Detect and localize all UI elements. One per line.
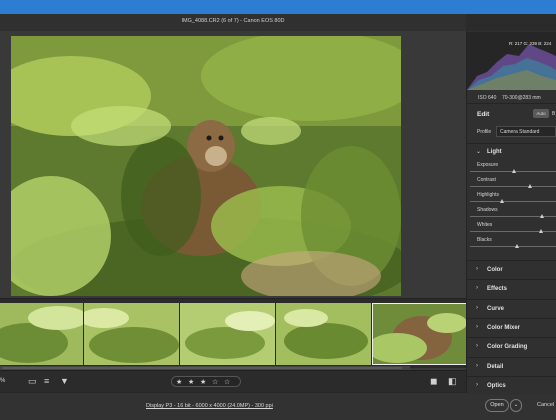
status-bar: Display P3 - 16 bit - 6000 x 4000 (24.0M… [0,392,556,420]
filmstrip-thumbnail[interactable] [84,303,179,365]
section-effects[interactable]: › Effects [467,279,556,299]
slider-handle[interactable] [527,184,532,188]
rating-star[interactable]: ★ [176,378,182,386]
slider-highlights[interactable]: Highlights [470,192,556,206]
histogram[interactable]: R: 217 G: 239 B: 224 [467,32,556,90]
filmstrip-scroll-thumb[interactable] [2,367,402,369]
bw-button[interactable]: B [552,111,555,117]
slider-handle[interactable] [512,169,517,173]
sort-icon[interactable]: ≡ [44,376,49,386]
edit-header: Edit Auto B [467,103,556,123]
rating-star[interactable]: ☆ [212,378,218,386]
light-section-label: Light [487,149,502,155]
fit-view-icon[interactable]: ◼ [430,376,437,387]
slider-label: Blacks [477,237,492,243]
before-after-icon[interactable]: ◧ [448,376,457,387]
open-button[interactable]: Open [485,399,509,412]
slider-track[interactable] [470,186,556,187]
section-label: Detail [487,363,504,370]
slider-blacks[interactable]: Blacks [470,237,556,251]
slider-label: Shadows [477,207,498,213]
slider-label: Whites [477,222,493,228]
filmstrip [0,298,467,368]
section-label: Optics [487,382,506,389]
filter-icon[interactable]: ▼ [60,376,69,386]
slider-handle[interactable] [538,229,543,233]
bottom-toolbar: % ▭ ≡ ▼ ★ ★ ★ ☆ ☆ ◼ ◧ [0,370,466,392]
cancel-button[interactable]: Cancel [537,402,554,408]
histogram-readout: R: 217 G: 239 B: 224 [509,41,552,46]
edit-title: Edit [477,111,490,118]
slider-handle[interactable] [539,214,544,218]
slider-track[interactable] [470,246,556,247]
slider-handle[interactable] [514,244,519,248]
profile-dropdown[interactable]: Camera Standard [496,126,556,137]
chevron-right-icon: › [476,381,478,388]
slider-track[interactable] [470,231,556,232]
open-options-chevron-icon[interactable]: ⌄ [510,399,522,412]
section-label: Curve [487,305,505,312]
section-label: Color Mixer [487,324,521,331]
slider-handle[interactable] [500,199,505,203]
section-detail[interactable]: › Detail [467,356,556,376]
rating-star[interactable]: ★ [188,378,194,386]
lens-value: 70-300@283 mm [502,95,541,101]
filmstrip-thumbnail[interactable] [276,303,371,365]
slider-label: Highlights [477,192,499,198]
chevron-right-icon: › [476,304,478,311]
profile-value: Camera Standard [500,129,540,135]
right-panel-top-strip [466,14,556,31]
chevron-right-icon: › [476,285,478,292]
chevron-right-icon: › [476,266,478,272]
zoom-level[interactable]: % [0,378,5,384]
chevron-right-icon: › [476,362,478,369]
filmstrip-toggle-icon[interactable]: ▭ [28,376,37,387]
slider-whites[interactable]: Whites [470,222,556,236]
profile-label: Profile [477,129,492,135]
star-rating[interactable]: ★ ★ ★ ☆ ☆ [171,376,241,387]
slider-label: Contrast [477,177,496,183]
section-label: Effects [487,286,508,293]
window-title: IMG_4088.CR2 (6 of 7) - Canon EOS 80D [181,18,285,24]
light-section-header[interactable]: ⌄ Light [467,143,556,159]
filmstrip-thumbnail[interactable] [0,303,83,365]
auto-button-label: Auto [536,111,546,116]
auto-button[interactable]: Auto [533,109,549,118]
slider-shadows[interactable]: Shadows [470,207,556,221]
iso-value: ISO 640 [478,95,497,101]
filmstrip-thumbnail[interactable] [180,303,275,365]
rating-star[interactable]: ★ [200,378,206,386]
slider-track[interactable] [470,201,556,202]
section-color[interactable]: › Color [467,260,556,279]
section-label: Color [487,267,503,273]
main-photo-preview[interactable] [11,36,401,296]
chevron-right-icon: › [476,343,478,350]
slider-label: Exposure [477,162,499,168]
workflow-options-link[interactable]: Display P3 - 16 bit - 6000 x 4000 (24.0M… [146,403,273,409]
chevron-down-icon: ⌄ [476,149,482,155]
section-label: Color Grading [487,344,528,351]
app-top-strip [0,0,556,14]
photo-marmot-in-foliage [11,36,401,296]
section-color-grading[interactable]: › Color Grading [467,337,556,357]
chevron-right-icon: › [476,323,478,330]
rating-star[interactable]: ☆ [224,378,230,386]
section-curve[interactable]: › Curve [467,298,556,318]
filmstrip-thumbnail-selected[interactable] [372,303,467,365]
section-color-mixer[interactable]: › Color Mixer [467,317,556,337]
slider-exposure[interactable]: Exposure [470,162,556,176]
section-optics[interactable]: › Optics [467,375,556,395]
open-button-label: Open [490,402,504,408]
slider-contrast[interactable]: Contrast [470,177,556,191]
